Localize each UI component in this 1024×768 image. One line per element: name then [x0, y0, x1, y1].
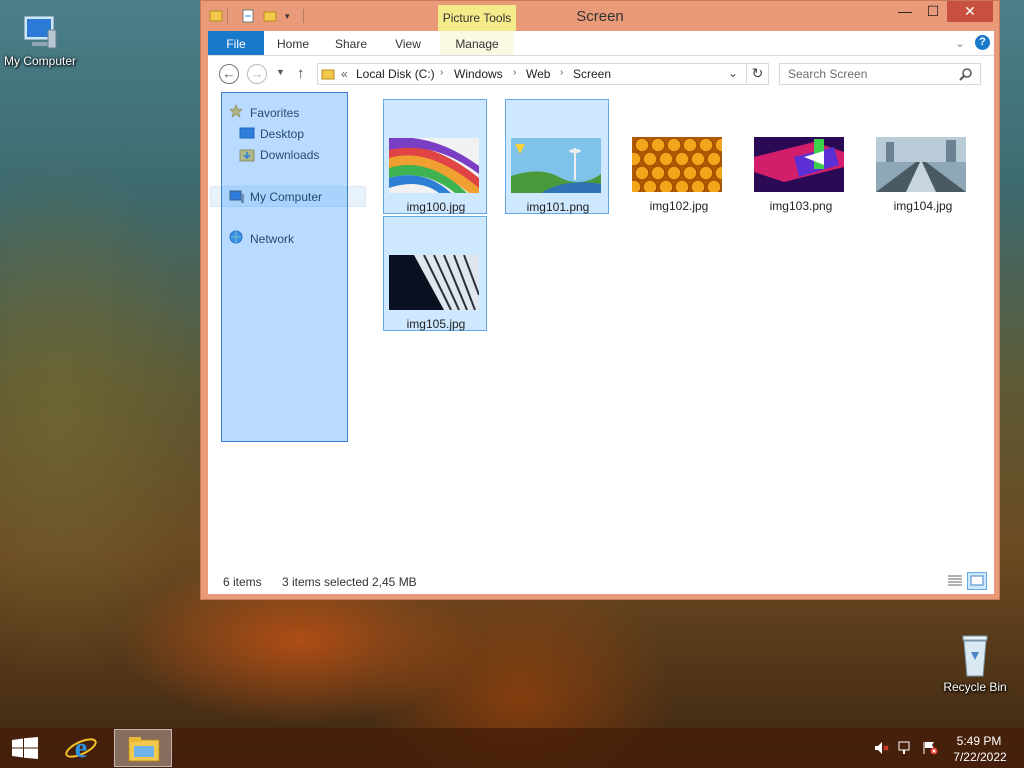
file-item[interactable]: img100.jpg [383, 99, 487, 214]
file-list: img100.jpg img101.png img102.jpg img103.… [378, 92, 994, 570]
computer-icon [23, 15, 57, 49]
file-item[interactable]: img104.jpg [871, 99, 975, 214]
tab-share[interactable]: Share [326, 31, 376, 55]
thumbnail-image [511, 138, 601, 193]
desktop-icon-recycle-bin[interactable]: Recycle Bin [935, 632, 1015, 694]
breadcrumb-overflow[interactable]: « [341, 67, 348, 81]
file-item[interactable]: img103.png [749, 99, 853, 214]
back-button[interactable]: ← [219, 64, 239, 84]
thumbnail-image [389, 255, 479, 310]
taskbar: e 5:49 PM 7/22/2022 [0, 728, 1024, 768]
tab-file[interactable]: File [208, 31, 264, 55]
breadcrumb-windows[interactable]: Windows [454, 67, 503, 81]
navigation-bar: ← → ▼ ↑ « Local Disk (C:) › Windows › We… [208, 56, 994, 92]
tab-manage[interactable]: Manage [440, 31, 514, 55]
thumbnail-image [754, 137, 844, 192]
clock-time[interactable]: 5:49 PM [954, 734, 1004, 748]
breadcrumb-separator: › [513, 67, 517, 78]
file-name: img103.png [769, 199, 833, 213]
up-button[interactable]: ↑ [297, 65, 305, 82]
refresh-button[interactable]: ↻ [747, 63, 769, 85]
clock-date[interactable]: 7/22/2022 [948, 750, 1012, 764]
file-item[interactable]: img102.jpg [627, 99, 731, 214]
title-bar[interactable]: ▾ Picture Tools Screen — ☐ ✕ [201, 1, 999, 33]
tab-view[interactable]: View [383, 31, 433, 55]
item-count: 6 items [223, 575, 262, 589]
file-explorer-icon [128, 737, 160, 762]
details-view-icon[interactable] [947, 574, 963, 588]
status-bar: 6 items 3 items selected 2,45 MB [208, 570, 994, 594]
selection-marquee [221, 92, 348, 442]
help-icon[interactable]: ? [975, 35, 990, 50]
breadcrumb-separator: › [560, 67, 564, 78]
close-button[interactable]: ✕ [947, 1, 993, 22]
address-bar[interactable]: « Local Disk (C:) › Windows › Web › Scre… [317, 63, 747, 85]
action-center-icon[interactable] [922, 741, 938, 755]
search-input[interactable]: Search Screen [779, 63, 981, 85]
volume-muted-icon[interactable] [874, 741, 890, 755]
expand-ribbon-icon[interactable]: ⌄ [952, 31, 968, 55]
maximize-button[interactable]: ☐ [919, 1, 947, 22]
network-status-icon[interactable] [898, 740, 914, 756]
internet-explorer-icon[interactable]: e [64, 732, 98, 764]
selection-count: 3 items selected [282, 575, 369, 589]
selection-size: 2,45 MB [372, 575, 417, 589]
file-name: img100.jpg [406, 200, 466, 214]
forward-button[interactable]: → [247, 64, 267, 84]
large-icons-view-icon[interactable] [967, 572, 987, 590]
file-item[interactable]: img105.jpg [383, 216, 487, 331]
recycle-bin-icon [962, 635, 988, 677]
address-dropdown-icon[interactable]: ⌄ [728, 66, 738, 80]
ribbon-tabs: File Home Share View Manage ⌄ ? [208, 31, 994, 56]
file-item[interactable]: img101.png [505, 99, 609, 214]
thumbnail-image [632, 137, 722, 192]
file-name: img105.jpg [406, 317, 466, 331]
search-icon [959, 68, 972, 81]
file-name: img104.jpg [893, 199, 953, 213]
tab-home[interactable]: Home [268, 31, 318, 55]
taskbar-file-explorer-button[interactable] [114, 729, 172, 767]
file-name: img101.png [526, 200, 590, 214]
window-title: Screen [576, 8, 624, 25]
thumbnail-image [389, 138, 479, 193]
recent-locations-icon[interactable]: ▼ [276, 67, 285, 77]
breadcrumb-local-disk[interactable]: Local Disk (C:) [356, 67, 435, 81]
desktop-icon-label: My Computer [3, 54, 77, 68]
breadcrumb-separator: › [440, 67, 444, 78]
file-name: img102.jpg [649, 199, 709, 213]
breadcrumb-web[interactable]: Web [526, 67, 550, 81]
minimize-button[interactable]: — [891, 1, 919, 22]
svg-text:e: e [75, 733, 87, 764]
start-button-windows-icon[interactable] [12, 737, 38, 759]
desktop-icon-label: Recycle Bin [943, 680, 1007, 694]
thumbnail-image [876, 137, 966, 192]
desktop-icon-my-computer[interactable]: My Computer [0, 10, 80, 68]
breadcrumb-screen[interactable]: Screen [573, 67, 611, 81]
folder-icon [321, 69, 335, 80]
